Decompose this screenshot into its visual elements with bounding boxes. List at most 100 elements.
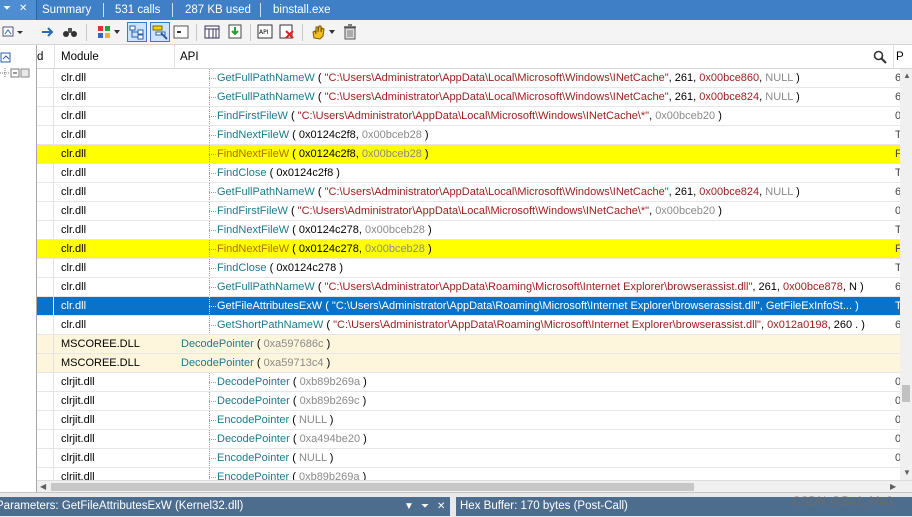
- table-row[interactable]: MSCOREE.DLL DecodePointer ( 0xa59713c4 ): [37, 354, 900, 373]
- table-row[interactable]: clrjit.dllDecodePointer ( 0xb89b269a )0: [37, 373, 900, 392]
- tree-view-icon[interactable]: [127, 22, 147, 42]
- scroll-down-icon[interactable]: ▼: [903, 468, 911, 477]
- vertical-scrollbar[interactable]: ▲ ▼: [900, 69, 912, 480]
- table-row[interactable]: clr.dll GetShortPathNameW ( "C:\Users\Adm…: [37, 316, 900, 335]
- toolbar-separator: [196, 24, 197, 41]
- tree-branch: [209, 116, 216, 117]
- close-icon[interactable]: ✕: [19, 3, 27, 14]
- api-filter-icon[interactable]: API: [255, 22, 275, 42]
- pin-icon[interactable]: ⏷: [3, 3, 11, 14]
- pin-icon[interactable]: ⏷: [421, 497, 429, 516]
- table-row[interactable]: clrjit.dllDecodePointer ( 0xb89b269c )0: [37, 392, 900, 411]
- toolbar-separator: [86, 24, 87, 41]
- table-row[interactable]: clrjit.dllDecodePointer ( 0xa494be20 )0: [37, 430, 900, 449]
- table-row[interactable]: clrjit.dll EncodePointer ( 0xb89b269a ): [37, 468, 900, 480]
- search-icon[interactable]: [873, 50, 887, 67]
- table-row[interactable]: clr.dll FindNextFileW ( 0x0124c278, 0x00b…: [37, 240, 900, 259]
- api-function-name: FindNextFileW: [217, 148, 290, 160]
- table-row[interactable]: clr.dll GetFileAttributesExW ( "C:\Users\…: [37, 297, 900, 316]
- paren-open: (: [253, 338, 264, 350]
- horizontal-scroll-thumb[interactable]: [51, 483, 694, 491]
- dropdown-arrow-icon[interactable]: [112, 22, 122, 42]
- paren-open: (: [266, 167, 277, 179]
- api-cell: GetFullPathNameW ( "C:\Users\Administrat…: [217, 72, 800, 84]
- api-cell: GetFileAttributesExW ( "C:\Users\Adminis…: [217, 300, 859, 312]
- trash-icon[interactable]: [340, 22, 360, 42]
- paren-open: (: [289, 129, 299, 141]
- table-row[interactable]: clr.dll GetFullPathNameW ( "C:\Users\Admi…: [37, 69, 900, 88]
- paren-open: (: [289, 376, 300, 388]
- arrow-right-icon[interactable]: [38, 22, 58, 42]
- row-id-cell: [37, 411, 54, 429]
- highlight-view-icon[interactable]: [150, 22, 170, 42]
- parameters-panel-header[interactable]: Parameters: GetFileAttributesExW (Kernel…: [0, 497, 450, 516]
- dropdown-arrow-icon[interactable]: [327, 22, 337, 42]
- paren-close: ): [359, 471, 367, 480]
- module-cell: clr.dll: [61, 262, 87, 274]
- horizontal-scrollbar[interactable]: ◀ ▶: [37, 480, 912, 492]
- view-mode-icon[interactable]: [0, 22, 26, 42]
- row-id-cell: [37, 183, 54, 201]
- scroll-right-icon[interactable]: ▶: [890, 482, 896, 491]
- module-cell: clrjit.dll: [61, 414, 95, 426]
- module-cell: clr.dll: [61, 319, 87, 331]
- paren-close: ): [323, 338, 331, 350]
- module-cell: clr.dll: [61, 148, 87, 160]
- save-download-icon[interactable]: [225, 22, 245, 42]
- scroll-up-icon[interactable]: ▲: [903, 71, 911, 80]
- process-tree-panel[interactable]: [0, 45, 37, 492]
- tree-branch: [209, 173, 216, 174]
- vertical-scroll-thumb[interactable]: [902, 385, 910, 402]
- table-row[interactable]: clrjit.dllEncodePointer ( NULL )0: [37, 411, 900, 430]
- column-header-api[interactable]: API: [180, 45, 199, 69]
- color-filter-icon[interactable]: [94, 22, 114, 42]
- table-row[interactable]: clr.dll FindNextFileW ( 0x0124c2f8, 0x00b…: [37, 126, 900, 145]
- table-row[interactable]: clr.dll FindFirstFileW ( "C:\Users\Admini…: [37, 107, 900, 126]
- table-row[interactable]: clr.dll GetFullPathNameW ( "C:\Users\Admi…: [37, 278, 900, 297]
- column-divider[interactable]: [174, 45, 175, 69]
- api-function-name: FindNextFileW: [217, 129, 290, 141]
- api-function-name: GetFullPathNameW: [217, 186, 315, 198]
- table-row[interactable]: clrjit.dllEncodePointer ( NULL )0: [37, 449, 900, 468]
- module-cell: clr.dll: [61, 300, 87, 312]
- columns-icon[interactable]: [202, 22, 222, 42]
- column-header-id[interactable]: d: [37, 45, 43, 69]
- table-row[interactable]: clr.dll FindNextFileW ( 0x0124c2f8, 0x00b…: [37, 145, 900, 164]
- hand-icon[interactable]: [308, 22, 328, 42]
- table-row[interactable]: clr.dllFindClose ( 0x0124c2f8 )T: [37, 164, 900, 183]
- column-header-module[interactable]: Module: [61, 45, 99, 69]
- delete-filter-icon[interactable]: [277, 22, 297, 42]
- api-function-name: DecodePointer: [217, 433, 290, 445]
- scroll-left-icon[interactable]: ◀: [40, 482, 46, 491]
- clear-list-icon[interactable]: [171, 22, 191, 42]
- binoculars-icon[interactable]: [60, 22, 80, 42]
- table-row[interactable]: clr.dll GetFullPathNameW ( "C:\Users\Admi…: [37, 88, 900, 107]
- table-row[interactable]: MSCOREE.DLL DecodePointer ( 0xa597686c ): [37, 335, 900, 354]
- table-row[interactable]: clr.dll FindFirstFileW ( "C:\Users\Admini…: [37, 202, 900, 221]
- column-divider[interactable]: [893, 45, 894, 69]
- api-argument: 0x0124c2f8: [276, 167, 334, 179]
- api-cell: FindClose ( 0x0124c2f8 ): [217, 167, 340, 179]
- api-cell: DecodePointer ( 0xb89b269c ): [217, 395, 366, 407]
- dropdown-arrow-icon[interactable]: ▼: [404, 497, 414, 516]
- tree-branch: [209, 325, 216, 326]
- paren-open: (: [314, 91, 325, 103]
- close-icon[interactable]: ✕: [437, 497, 445, 516]
- row-id-cell: [37, 69, 54, 87]
- api-argument: 0x012a0198: [767, 319, 828, 331]
- column-header-row: d Module API P: [37, 45, 912, 69]
- tree-branch: [209, 477, 216, 478]
- paren-open: (: [323, 319, 334, 331]
- column-header-extra[interactable]: P: [896, 45, 904, 69]
- table-row[interactable]: clr.dll GetFullPathNameW ( "C:\Users\Admi…: [37, 183, 900, 202]
- module-cell: clr.dll: [61, 205, 87, 217]
- table-row[interactable]: clr.dll FindNextFileW ( 0x0124c278, 0x00b…: [37, 221, 900, 240]
- process-tree-icon[interactable]: [0, 49, 36, 89]
- api-argument: "C:\Users\Administrator\AppData\Roaming\…: [333, 319, 761, 331]
- column-divider[interactable]: [54, 45, 55, 69]
- table-row[interactable]: clr.dllFindClose ( 0x0124c278 )T: [37, 259, 900, 278]
- tree-branch: [209, 230, 216, 231]
- call-list[interactable]: clr.dll GetFullPathNameW ( "C:\Users\Admi…: [37, 69, 900, 480]
- tab-summary[interactable]: Summary: [42, 0, 91, 20]
- paren-close: ): [715, 205, 722, 217]
